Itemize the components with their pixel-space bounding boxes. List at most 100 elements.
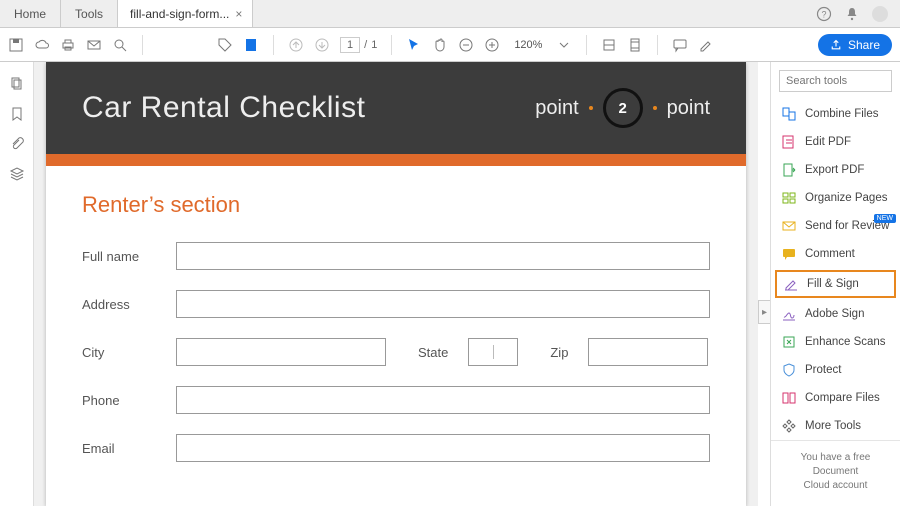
label-fullname: Full name: [82, 249, 158, 264]
search-tools-input[interactable]: [779, 70, 892, 92]
tool-label: Edit PDF: [805, 136, 851, 148]
field-phone[interactable]: [176, 386, 710, 414]
document-viewport[interactable]: Car Rental Checklist point 2 point Rente…: [34, 62, 758, 506]
brand-right: point: [667, 97, 710, 120]
close-icon[interactable]: ×: [235, 7, 242, 21]
tool-send[interactable]: Send for ReviewNEW: [771, 212, 900, 240]
sign-icon[interactable]: [698, 37, 714, 53]
tool-label: Adobe Sign: [805, 308, 864, 320]
field-email[interactable]: [176, 434, 710, 462]
edit-icon: [781, 134, 797, 150]
tab-tools[interactable]: Tools: [61, 0, 118, 27]
label-state: State: [404, 345, 450, 360]
panel-collapse-icon[interactable]: ▸: [758, 300, 770, 324]
tool-comment[interactable]: Comment: [771, 240, 900, 268]
field-address[interactable]: [176, 290, 710, 318]
tool-combine[interactable]: Combine Files: [771, 100, 900, 128]
fit-width-icon[interactable]: [601, 37, 617, 53]
svg-text:?: ?: [821, 9, 826, 19]
tool-adobesign[interactable]: Adobe Sign: [771, 300, 900, 328]
tool-enhance[interactable]: Enhance Scans: [771, 328, 900, 356]
page-title: Car Rental Checklist: [82, 91, 365, 125]
tool-label: Compare Files: [805, 392, 880, 404]
arrow-down-icon[interactable]: [314, 37, 330, 53]
label-zip: Zip: [536, 345, 570, 360]
page-total: 1: [371, 39, 377, 51]
zoom-value[interactable]: 120%: [510, 38, 546, 52]
new-badge: NEW: [874, 214, 896, 223]
label-phone: Phone: [82, 393, 158, 408]
search-icon[interactable]: [112, 37, 128, 53]
fillsign-icon: [783, 276, 799, 292]
field-state[interactable]: [468, 338, 518, 366]
tab-file[interactable]: fill-and-sign-form... ×: [118, 0, 253, 27]
cloud-icon[interactable]: [34, 37, 50, 53]
chevron-down-icon[interactable]: [556, 37, 572, 53]
protect-icon: [781, 362, 797, 378]
share-label: Share: [848, 38, 880, 52]
page-icon[interactable]: [243, 37, 259, 53]
label-city: City: [82, 345, 158, 360]
save-icon[interactable]: [8, 37, 24, 53]
comment-icon: [781, 246, 797, 262]
help-icon[interactable]: ?: [816, 6, 832, 22]
attachment-icon[interactable]: [9, 136, 25, 152]
tool-protect[interactable]: Protect: [771, 356, 900, 384]
tool-more[interactable]: More Tools: [771, 412, 900, 440]
tab-file-label: fill-and-sign-form...: [130, 7, 229, 21]
section-title: Renter’s section: [82, 192, 710, 218]
bell-icon[interactable]: [844, 6, 860, 22]
hand-icon[interactable]: [432, 37, 448, 53]
thumbnails-icon[interactable]: [9, 76, 25, 92]
bookmark-icon[interactable]: [9, 106, 25, 122]
tool-label: Export PDF: [805, 164, 864, 176]
label-address: Address: [82, 297, 158, 312]
tool-label: More Tools: [805, 420, 861, 432]
tool-list: Combine Files Edit PDF Export PDF Organize …: [771, 100, 900, 440]
share-button[interactable]: Share: [818, 34, 892, 56]
app-toolbar: 1 / 1 120% Share: [0, 28, 900, 62]
tab-home[interactable]: Home: [0, 0, 61, 27]
tool-compare[interactable]: Compare Files: [771, 384, 900, 412]
page-current[interactable]: 1: [340, 37, 360, 53]
tool-fillsign[interactable]: Fill & Sign: [775, 270, 896, 298]
enhance-icon: [781, 334, 797, 350]
more-icon: [781, 418, 797, 434]
export-icon: [781, 162, 797, 178]
field-zip[interactable]: [588, 338, 708, 366]
tag-icon[interactable]: [217, 37, 233, 53]
pointer-icon[interactable]: [406, 37, 422, 53]
tool-label: Organize Pages: [805, 192, 887, 204]
tool-label: Protect: [805, 364, 841, 376]
fit-page-icon[interactable]: [627, 37, 643, 53]
tool-edit[interactable]: Edit PDF: [771, 128, 900, 156]
brand-orb: 2: [603, 88, 643, 128]
tool-label: Enhance Scans: [805, 336, 886, 348]
page-sep: /: [364, 39, 367, 51]
tool-export[interactable]: Export PDF: [771, 156, 900, 184]
layers-icon[interactable]: [9, 166, 25, 182]
account-footer: You have a free Document Cloud account: [771, 440, 900, 511]
compare-icon: [781, 390, 797, 406]
print-icon[interactable]: [60, 37, 76, 53]
mail-icon[interactable]: [86, 37, 102, 53]
send-icon: [781, 218, 797, 234]
tool-organize[interactable]: Organize Pages: [771, 184, 900, 212]
footer-line1: You have a free Document: [779, 451, 892, 479]
tool-label: Fill & Sign: [807, 278, 859, 290]
zoom-out-icon[interactable]: [458, 37, 474, 53]
combine-icon: [781, 106, 797, 122]
field-city[interactable]: [176, 338, 386, 366]
arrow-up-icon[interactable]: [288, 37, 304, 53]
avatar[interactable]: [872, 6, 888, 22]
brand-logo: point 2 point: [535, 88, 710, 128]
field-fullname[interactable]: [176, 242, 710, 270]
page-indicator[interactable]: 1 / 1: [340, 37, 377, 53]
right-panel: Combine Files Edit PDF Export PDF Organize …: [770, 62, 900, 506]
tool-label: Combine Files: [805, 108, 879, 120]
tool-label: Comment: [805, 248, 855, 260]
pdf-page: Car Rental Checklist point 2 point Rente…: [46, 62, 746, 506]
brand-left: point: [535, 97, 578, 120]
annotate-icon[interactable]: [672, 37, 688, 53]
zoom-in-icon[interactable]: [484, 37, 500, 53]
